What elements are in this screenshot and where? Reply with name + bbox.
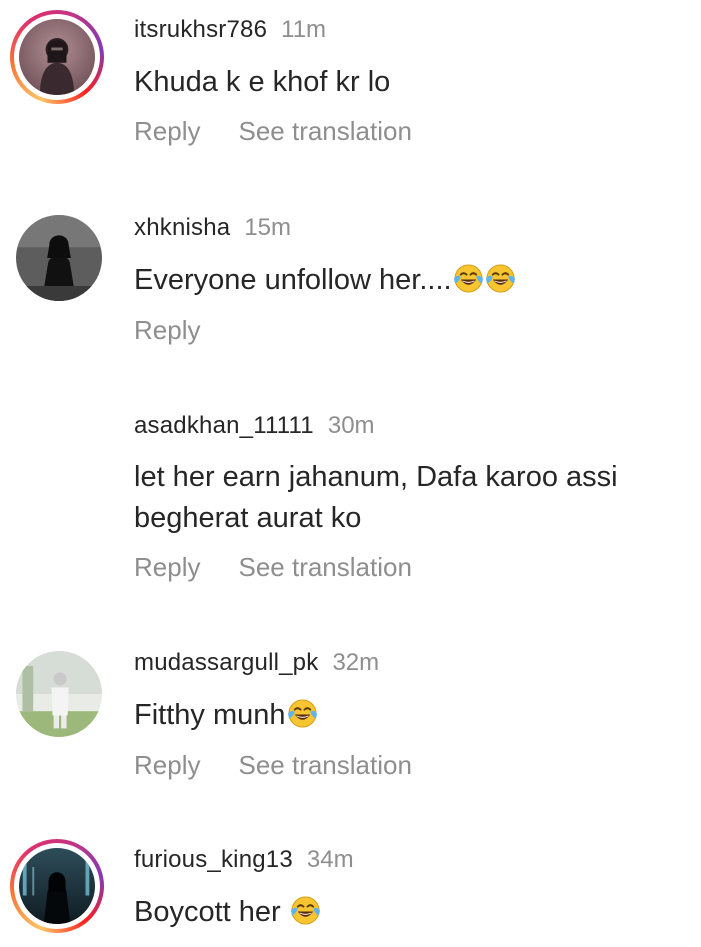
see-translation-button[interactable]: See translation xyxy=(238,552,411,582)
avatar-photo-woman xyxy=(19,19,95,95)
comment-actions: Reply See translation xyxy=(134,116,412,147)
see-translation-button[interactable]: See translation xyxy=(238,116,411,146)
comment-meta: itsrukhsr786 11m xyxy=(134,16,326,44)
avatar-story-ring[interactable] xyxy=(10,839,104,933)
comment-text-content: Boycott her xyxy=(134,896,289,928)
timestamp: 11m xyxy=(281,16,327,43)
tears-of-joy-emoji-icon xyxy=(287,699,317,728)
avatar[interactable] xyxy=(16,651,102,737)
comment-list: itsrukhsr786 11m Khuda k e khof kr lo Rep… xyxy=(0,0,701,947)
timestamp: 34m xyxy=(306,846,354,873)
tears-of-joy-emoji-icon xyxy=(485,264,515,293)
comment-text: Khuda k e khof kr lo xyxy=(134,62,694,103)
avatar[interactable] xyxy=(19,848,95,924)
reply-button[interactable]: Reply xyxy=(134,315,200,345)
comment-text-content: Fitthy munh xyxy=(134,699,286,731)
comment-actions: Reply See translation xyxy=(134,750,412,781)
comment-meta: asadkhan_11111 30m xyxy=(134,412,375,440)
reply-button[interactable]: Reply xyxy=(134,552,200,582)
comment-text-content: Everyone unfollow her.... xyxy=(134,264,452,296)
comment-text: Boycott her xyxy=(134,892,694,933)
username[interactable]: itsrukhsr786 xyxy=(134,16,267,43)
username[interactable]: asadkhan_11111 xyxy=(134,412,314,439)
comment-meta: mudassargull_pk 32m xyxy=(134,649,379,677)
comment-meta: xhknisha 15m xyxy=(134,214,291,242)
comment-text: Everyone unfollow her.... xyxy=(134,260,694,301)
comment-actions: Reply xyxy=(134,315,200,346)
avatar-story-ring[interactable] xyxy=(10,10,104,104)
comment-text-content: let her earn jahanum, Dafa karoo assi be… xyxy=(134,461,618,534)
avatar-photo-outdoor xyxy=(16,651,102,737)
timestamp: 15m xyxy=(244,214,292,241)
comment-text: let her earn jahanum, Dafa karoo assi be… xyxy=(134,457,694,539)
comment-text: Fitthy munh xyxy=(134,695,694,736)
avatar-photo-dark-figure xyxy=(16,215,102,301)
see-translation-button[interactable]: See translation xyxy=(238,750,411,780)
comment-meta: furious_king13 34m xyxy=(134,846,354,874)
timestamp: 30m xyxy=(327,412,375,439)
timestamp: 32m xyxy=(332,649,380,676)
comment-text-content: Khuda k e khof kr lo xyxy=(134,66,391,98)
reply-button[interactable]: Reply xyxy=(134,116,200,146)
username[interactable]: furious_king13 xyxy=(134,846,293,873)
avatar-photo-hooded-figure xyxy=(19,848,95,924)
tears-of-joy-emoji-icon xyxy=(453,264,483,293)
comment-actions: Reply See translation xyxy=(134,552,412,583)
username[interactable]: mudassargull_pk xyxy=(134,649,318,676)
avatar[interactable] xyxy=(16,215,102,301)
tears-of-joy-emoji-icon xyxy=(290,896,320,925)
reply-button[interactable]: Reply xyxy=(134,750,200,780)
avatar[interactable] xyxy=(19,19,95,95)
username[interactable]: xhknisha xyxy=(134,214,230,241)
